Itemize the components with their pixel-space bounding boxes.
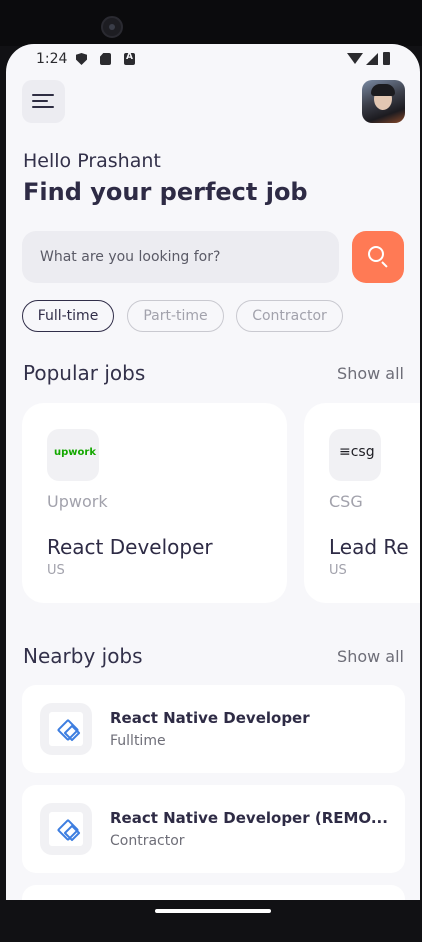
company-logo: upwork — [47, 429, 99, 481]
app-screen: 1:24 Hello Prashant Find your perfect jo… — [6, 44, 420, 900]
nearby-jobs-title: Nearby jobs — [23, 644, 143, 668]
page-title: Find your perfect job — [23, 178, 308, 206]
sim-card-icon — [100, 53, 111, 65]
job-type: Fulltime — [110, 733, 166, 749]
hamburger-line — [32, 106, 54, 108]
home-indicator[interactable] — [155, 909, 271, 913]
company-logo — [40, 803, 92, 855]
phone-frame: 1:24 Hello Prashant Find your perfect jo… — [0, 0, 422, 942]
filter-chip-contractor[interactable]: Contractor — [236, 300, 343, 332]
nearby-job-item[interactable]: React Native Developer (REMO... Contract… — [22, 785, 405, 873]
nearby-job-item[interactable]: React Native Developer Fulltime — [22, 685, 405, 773]
hamburger-menu-icon — [32, 94, 54, 96]
nearby-show-all-link[interactable]: Show all — [337, 647, 404, 666]
search-icon — [368, 246, 384, 262]
job-title: React Native Developer — [110, 709, 310, 727]
job-title: React Native Developer (REMO... — [110, 809, 388, 827]
avatar-hair — [371, 84, 395, 96]
job-role: Lead Re — [329, 535, 409, 559]
cell-signal-icon — [366, 53, 378, 65]
front-camera — [101, 16, 123, 38]
company-logo: ≡csg — [329, 429, 381, 481]
company-name: CSG — [329, 492, 363, 511]
job-role: React Developer — [47, 535, 213, 559]
popular-jobs-title: Popular jobs — [23, 361, 146, 385]
job-location: US — [47, 563, 65, 578]
search-button[interactable] — [352, 231, 404, 283]
search-icon-handle — [381, 261, 388, 268]
navigation-bar — [0, 900, 422, 942]
user-avatar[interactable] — [362, 80, 405, 123]
popular-show-all-link[interactable]: Show all — [337, 364, 404, 383]
greeting-text: Hello Prashant — [23, 150, 161, 172]
battery-icon — [383, 52, 390, 65]
shield-icon — [76, 53, 87, 65]
wifi-icon — [347, 53, 363, 64]
nearby-job-item[interactable] — [22, 885, 405, 900]
popular-job-card[interactable]: ≡csg CSG Lead Re US — [304, 403, 420, 603]
logo-tile — [49, 812, 83, 846]
phone-bezel — [0, 0, 422, 46]
filter-chip-full-time[interactable]: Full-time — [22, 300, 114, 332]
company-name: Upwork — [47, 492, 108, 511]
search-input[interactable] — [22, 231, 339, 283]
status-time: 1:24 — [36, 51, 68, 67]
upwork-logo-text: upwork — [54, 447, 96, 458]
menu-button[interactable] — [22, 80, 65, 123]
job-type: Contractor — [110, 833, 185, 849]
logo-tile — [49, 712, 83, 746]
filter-chip-part-time[interactable]: Part-time — [127, 300, 224, 332]
job-location: US — [329, 563, 347, 578]
a-badge-icon — [124, 52, 135, 65]
status-bar: 1:24 — [6, 44, 420, 76]
company-logo — [40, 703, 92, 755]
hamburger-line — [32, 100, 48, 102]
csg-logo-text: ≡csg — [339, 444, 375, 460]
popular-job-card[interactable]: upwork Upwork React Developer US — [22, 403, 287, 603]
